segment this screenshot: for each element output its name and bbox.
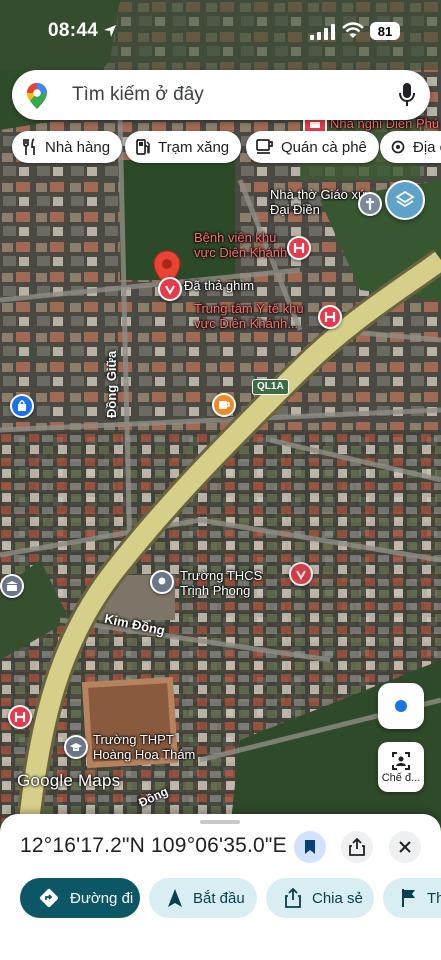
screen: Nhà thờ Giáo xứ Đại Điền Bệnh viện khu v… — [0, 0, 441, 960]
battery-level: 81 — [377, 23, 393, 39]
chip-label: Quán cà phê — [281, 138, 367, 156]
close-icon — [399, 841, 411, 853]
bookmark-icon — [305, 840, 315, 854]
search-bar[interactable]: Tìm kiếm ở đây — [12, 70, 430, 120]
ql1a-shield: QL1A — [252, 379, 289, 395]
save-button[interactable] — [294, 831, 326, 863]
street-view-label: Chế đ... — [381, 771, 421, 784]
dong-giua-road-label: Đồng Giữa — [104, 350, 119, 418]
more-action-label: Th — [427, 889, 441, 907]
navigation-arrow-icon — [168, 889, 182, 907]
street-view-icon — [392, 751, 410, 770]
school-thpt-icon[interactable] — [64, 735, 88, 759]
search-input[interactable]: Tìm kiếm ở đây — [72, 84, 204, 106]
my-location-icon — [395, 700, 407, 712]
share-button[interactable]: Chia sẻ — [266, 878, 374, 918]
school-thcs-marker-icon[interactable] — [150, 570, 174, 594]
share-label: Chia sẻ — [312, 889, 363, 907]
dropped-pin-sheet[interactable]: 12°16'17.2"N 109°06'35.0"E Đường đi Bắt … — [0, 814, 441, 960]
shopping-icon[interactable] — [10, 394, 34, 418]
attraction-icon — [391, 140, 405, 154]
ql1a-label: QL1A — [257, 381, 284, 392]
layers-icon — [395, 190, 415, 208]
medical-center-label[interactable]: Trung tâm Y tế khu vực Diên Khánh... — [194, 301, 322, 331]
hospital-icon[interactable] — [287, 236, 311, 260]
fork-knife-icon — [23, 138, 35, 155]
coffee-icon[interactable] — [212, 393, 236, 417]
share-icon — [285, 888, 301, 908]
layers-button[interactable] — [385, 180, 425, 220]
close-button[interactable] — [389, 831, 421, 863]
chip-label: Trạm xăng — [158, 138, 230, 156]
my-location-button[interactable] — [378, 683, 424, 729]
clinic-icon[interactable] — [8, 705, 32, 729]
google-maps-pin-icon — [27, 83, 47, 109]
directions-icon — [39, 888, 59, 908]
status-bar: 08:44 81 — [0, 0, 441, 60]
coffee-cup-icon — [256, 139, 273, 154]
church-label[interactable]: Nhà thờ Giáo xứ Đại Điền — [270, 187, 370, 217]
pin-marker-icon[interactable] — [158, 277, 182, 301]
chip-coffee-shops[interactable]: Quán cà phê — [246, 131, 379, 163]
sheet-drag-handle[interactable] — [200, 820, 240, 824]
start-button[interactable]: Bắt đầu — [149, 878, 257, 918]
church-icon[interactable] — [358, 192, 382, 216]
chip-label: Địa c — [413, 138, 441, 156]
bank-icon[interactable] — [0, 574, 24, 598]
place-marker-icon[interactable] — [289, 562, 313, 586]
hospital-label[interactable]: Bệnh viện khu vực Diên Khánh — [194, 230, 294, 260]
google-maps-logo: Google Maps — [17, 771, 121, 790]
chip-attractions[interactable]: Địa c — [380, 131, 441, 163]
chip-restaurants[interactable]: Nhà hàng — [12, 131, 123, 163]
gas-station-icon — [136, 139, 150, 155]
share-icon — [349, 838, 365, 856]
flag-icon — [402, 889, 415, 907]
start-label: Bắt đầu — [193, 889, 245, 907]
share-icon-button[interactable] — [341, 831, 373, 863]
signal-icon — [310, 24, 335, 40]
satellite-map[interactable]: Nhà thờ Giáo xứ Đại Điền Bệnh viện khu v… — [0, 0, 441, 830]
more-action-button[interactable]: Th — [383, 878, 441, 918]
location-arrow-icon — [104, 25, 116, 37]
battery-indicator: 81 — [370, 22, 400, 40]
street-view-button[interactable]: Chế đ... — [378, 742, 424, 792]
medical-center-icon[interactable] — [318, 305, 342, 329]
directions-label: Đường đi — [70, 889, 134, 907]
microphone-icon[interactable] — [398, 82, 416, 108]
status-time: 08:44 — [48, 20, 99, 41]
dropped-pin-label[interactable]: Đã thả ghim — [184, 278, 254, 293]
pin-coordinates: 12°16'17.2"N 109°06'35.0"E — [20, 834, 287, 857]
school-thpt-label[interactable]: Trường THPT Hoàng Hoa Thám — [93, 732, 211, 762]
chip-gas-stations[interactable]: Trạm xăng — [125, 131, 242, 163]
directions-button[interactable]: Đường đi — [20, 878, 140, 918]
wifi-icon — [342, 22, 364, 38]
chip-label: Nhà hàng — [45, 138, 111, 156]
school-thcs-label[interactable]: Trường THCS Trịnh Phong — [180, 568, 276, 598]
